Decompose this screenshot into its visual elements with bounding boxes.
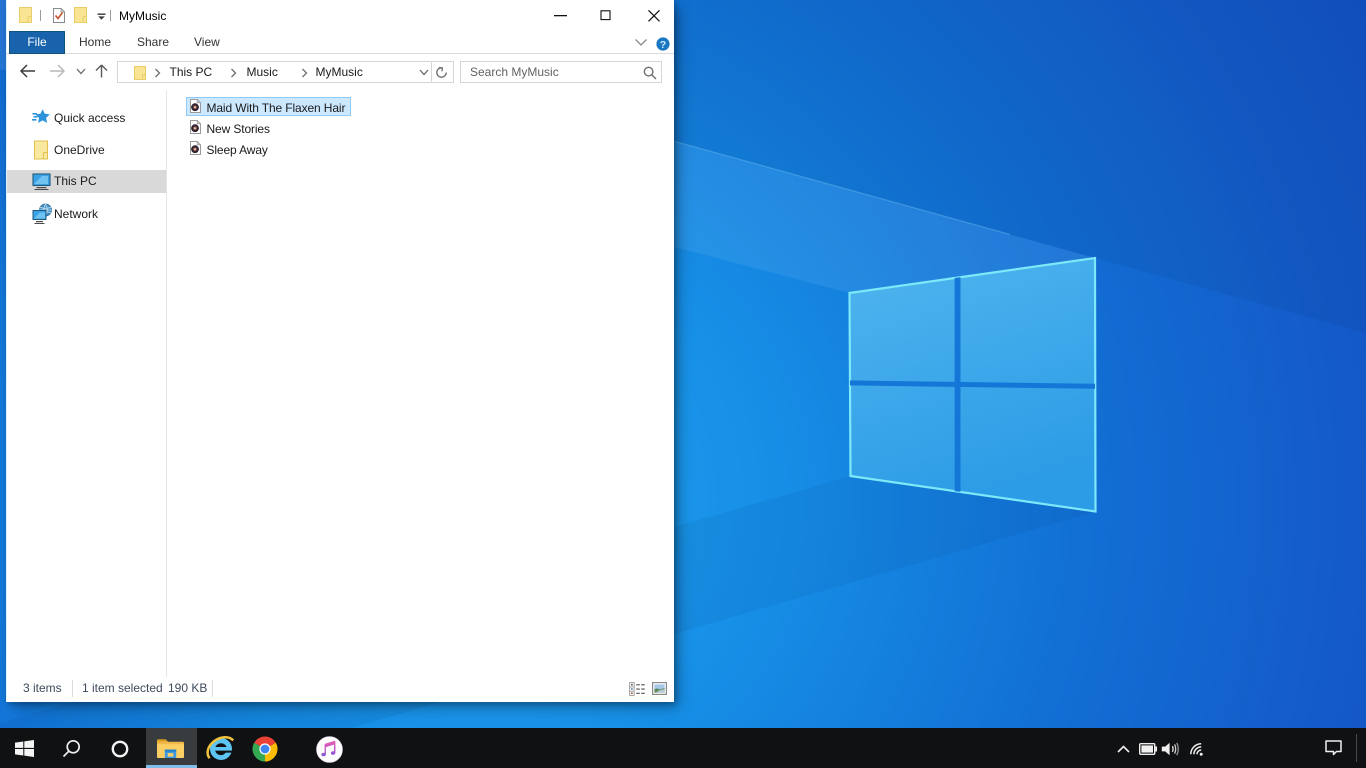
svg-text:?: ? [660,39,666,51]
